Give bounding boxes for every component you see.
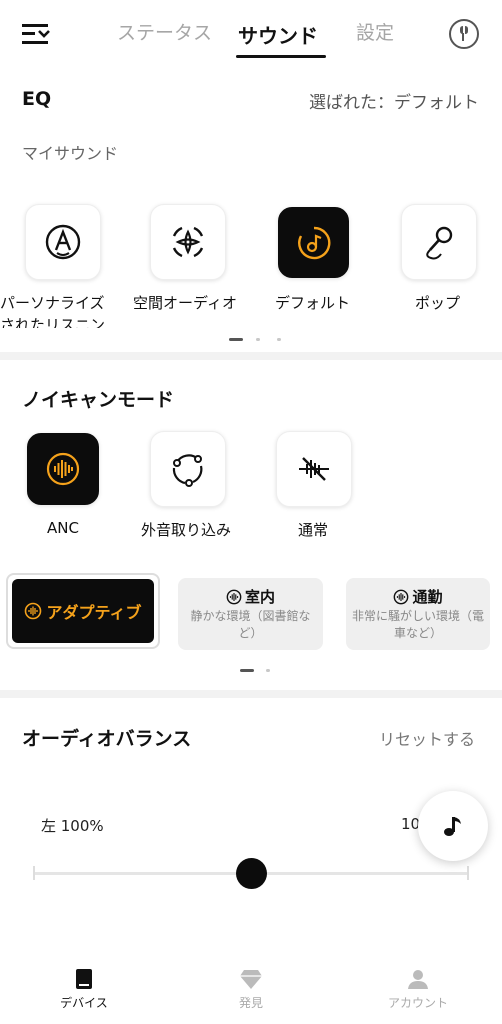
default-eq-icon: [297, 226, 330, 259]
eq-title: EQ: [22, 88, 52, 110]
anc-waveform-icon: [46, 452, 80, 486]
music-fab[interactable]: [418, 791, 488, 861]
menu-icon[interactable]: [22, 22, 50, 46]
balance-reset-button[interactable]: リセットする: [379, 726, 475, 750]
page-dot: [256, 338, 260, 341]
music-note-icon: [444, 817, 461, 836]
anc-waveform-icon: [25, 602, 42, 620]
balance-left-label: 左 100%: [41, 817, 104, 835]
balance-title: オーディオバランス: [22, 728, 192, 750]
tab-status[interactable]: ステータス: [117, 18, 212, 45]
page-dot: [277, 338, 281, 341]
anc-mode-commute-label: 通勤: [412, 588, 443, 606]
section-divider: [0, 690, 502, 698]
eq-preset-label: 空間オーディオ: [133, 294, 237, 312]
page-dot: [229, 338, 243, 341]
anc-mode-adaptive-label: アダプティブ: [46, 603, 142, 622]
nav-account-label: アカウント: [387, 996, 448, 1010]
pop-microphone-icon: [426, 226, 453, 260]
noise-cancel-title: ノイキャンモード: [22, 389, 175, 411]
earbud-icon[interactable]: [449, 19, 479, 49]
nav-device-label: デバイス: [60, 996, 108, 1010]
eq-preset-label-clip: パーソナライズされたリスニン: [0, 292, 112, 328]
eq-preset-pop[interactable]: [401, 204, 477, 280]
eq-page-indicator: [229, 338, 289, 342]
account-icon: [408, 970, 428, 989]
anc-mode-indoor-label: 室内: [244, 588, 275, 606]
page-dot: [266, 669, 270, 672]
personalized-listening-icon: [45, 224, 81, 260]
device-icon: [76, 969, 92, 989]
slider-end-cap: [467, 866, 469, 880]
nav-account[interactable]: アカウント: [368, 968, 468, 1011]
anc-waveform-icon: [394, 589, 409, 604]
eq-preset-label: パーソナライズされたリスニン: [0, 294, 106, 328]
eq-preset-label: デフォルト: [275, 294, 351, 312]
anc-mode-commute[interactable]: 通勤 非常に騒がしい環境（電車など）: [346, 578, 490, 650]
section-divider: [0, 352, 502, 360]
page-dot: [240, 669, 254, 672]
tab-settings[interactable]: 設定: [356, 18, 394, 45]
nav-discover[interactable]: 発見: [201, 968, 301, 1011]
mode-anc[interactable]: [27, 433, 99, 505]
eq-preset-default[interactable]: [278, 207, 349, 278]
anc-mode-adaptive[interactable]: アダプティブ: [6, 573, 160, 649]
bottom-nav: デバイス 発見 アカウント: [0, 958, 502, 1024]
normal-mode-icon: [299, 457, 329, 481]
my-sound-label: マイサウンド: [22, 144, 119, 163]
balance-slider-thumb[interactable]: [235, 858, 267, 889]
anc-mode-indoor-description: 静かな環境（図書館など）: [190, 609, 311, 640]
nav-device[interactable]: デバイス: [34, 968, 134, 1011]
eq-selected-text[interactable]: 選ばれた：デフォルト: [309, 88, 479, 113]
active-tab-indicator: [236, 55, 326, 58]
ambient-sound-icon: [172, 454, 203, 487]
anc-waveform-icon: [226, 589, 242, 604]
mode-label: ANC: [47, 519, 79, 537]
anc-page-indicator: [240, 669, 280, 673]
spatial-audio-icon: [172, 226, 204, 258]
eq-preset-label: ポップ: [415, 294, 461, 312]
tab-sound[interactable]: サウンド: [238, 20, 318, 49]
anc-mode-indoor[interactable]: 室内 静かな環境（図書館など）: [178, 578, 323, 650]
mode-label: 外音取り込み: [141, 521, 232, 539]
mode-ambient[interactable]: [150, 431, 226, 507]
eq-preset-spatial[interactable]: [150, 204, 226, 280]
mode-label: 通常: [298, 521, 329, 539]
slider-end-cap: [33, 866, 35, 880]
anc-mode-commute-description: 非常に騒がしい環境（電車など）: [352, 609, 485, 640]
nav-discover-label: 発見: [238, 996, 263, 1010]
eq-preset-personalized[interactable]: [25, 204, 101, 280]
diamond-icon: [240, 970, 262, 989]
top-bar: ステータス サウンド 設定: [0, 0, 502, 64]
mode-normal[interactable]: [276, 431, 352, 507]
